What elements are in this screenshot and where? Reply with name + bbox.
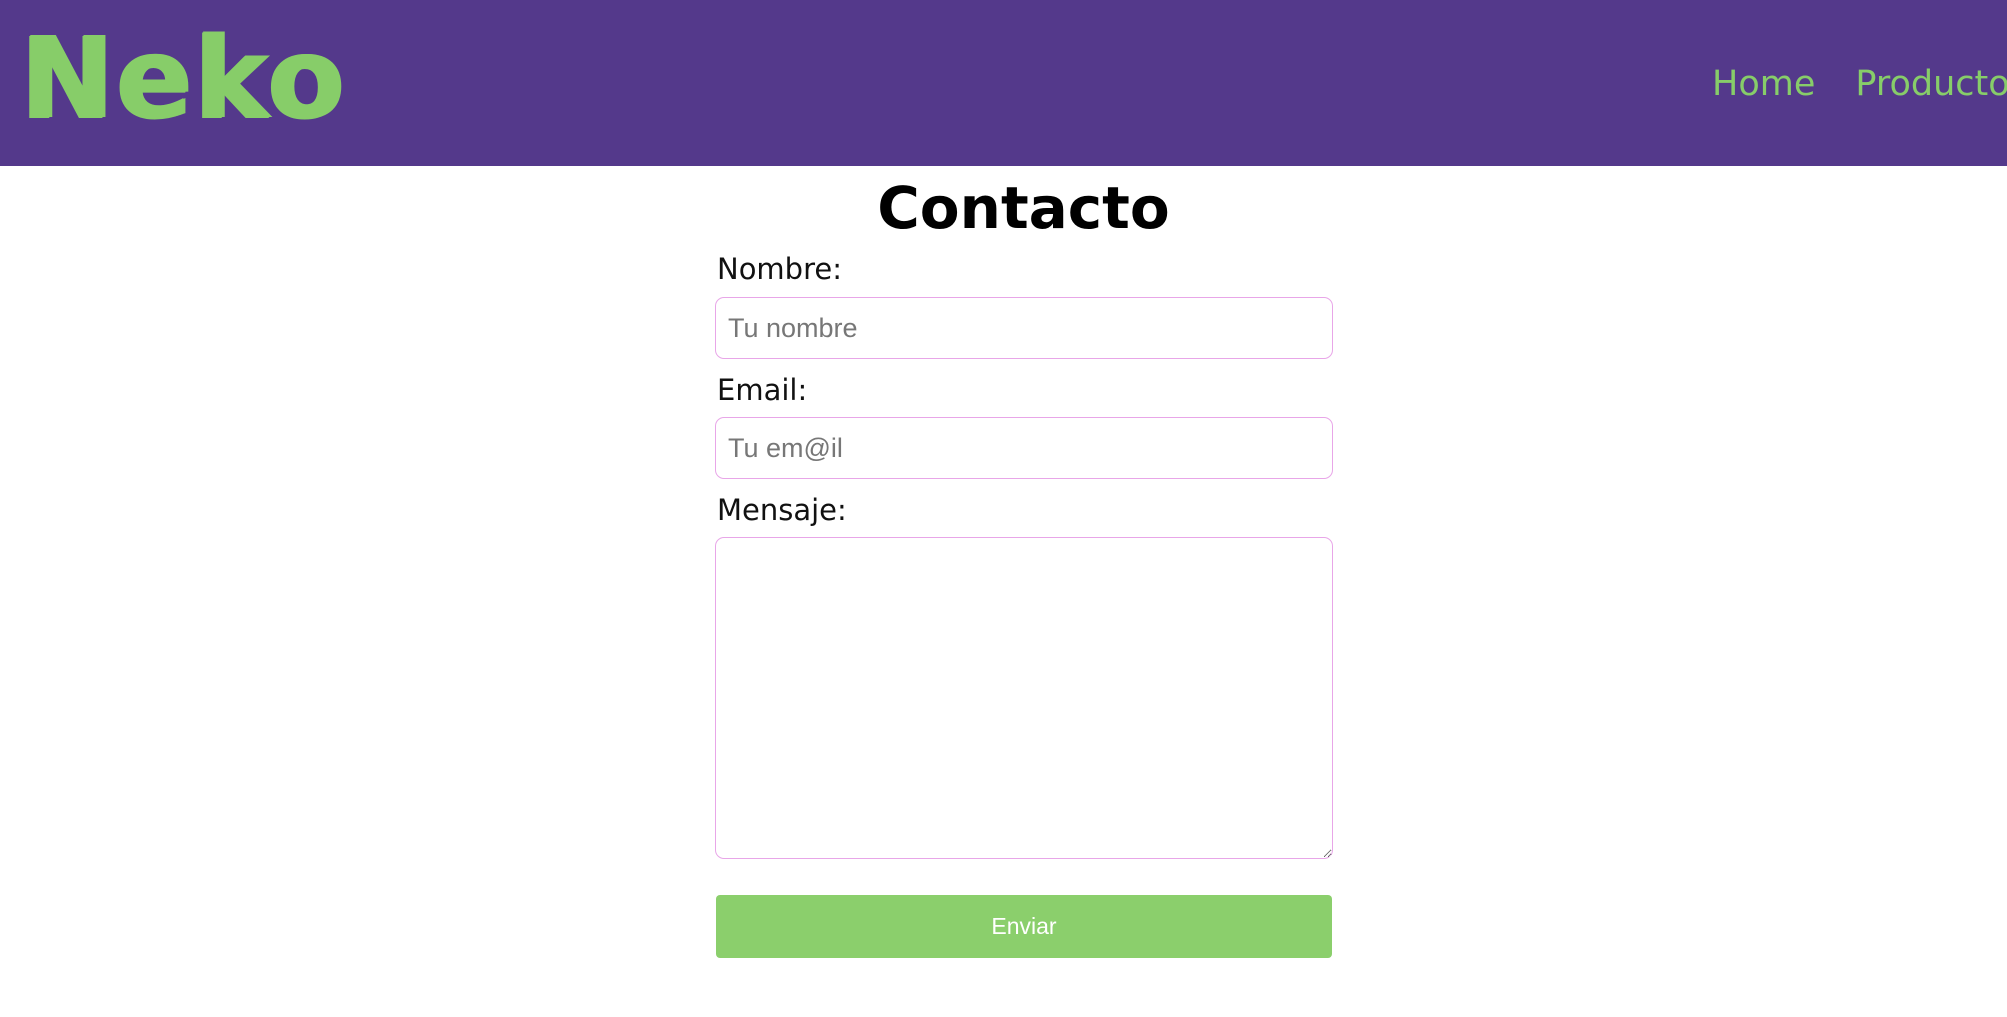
nav-link-home[interactable]: Home bbox=[1712, 62, 1815, 106]
site-header: Neko Home Producto bbox=[0, 0, 2007, 166]
main-navigation: Home Producto bbox=[1712, 62, 2007, 106]
name-label: Nombre: bbox=[717, 252, 842, 286]
name-input[interactable] bbox=[715, 297, 1333, 359]
message-label: Mensaje: bbox=[717, 493, 847, 527]
logo[interactable]: Neko bbox=[20, 18, 346, 140]
message-textarea[interactable] bbox=[715, 537, 1333, 859]
page-title: Contacto bbox=[877, 174, 1170, 242]
submit-button[interactable]: Enviar bbox=[716, 895, 1332, 958]
email-input[interactable] bbox=[715, 417, 1333, 479]
nav-link-producto[interactable]: Producto bbox=[1855, 62, 2007, 106]
email-label: Email: bbox=[717, 373, 808, 407]
